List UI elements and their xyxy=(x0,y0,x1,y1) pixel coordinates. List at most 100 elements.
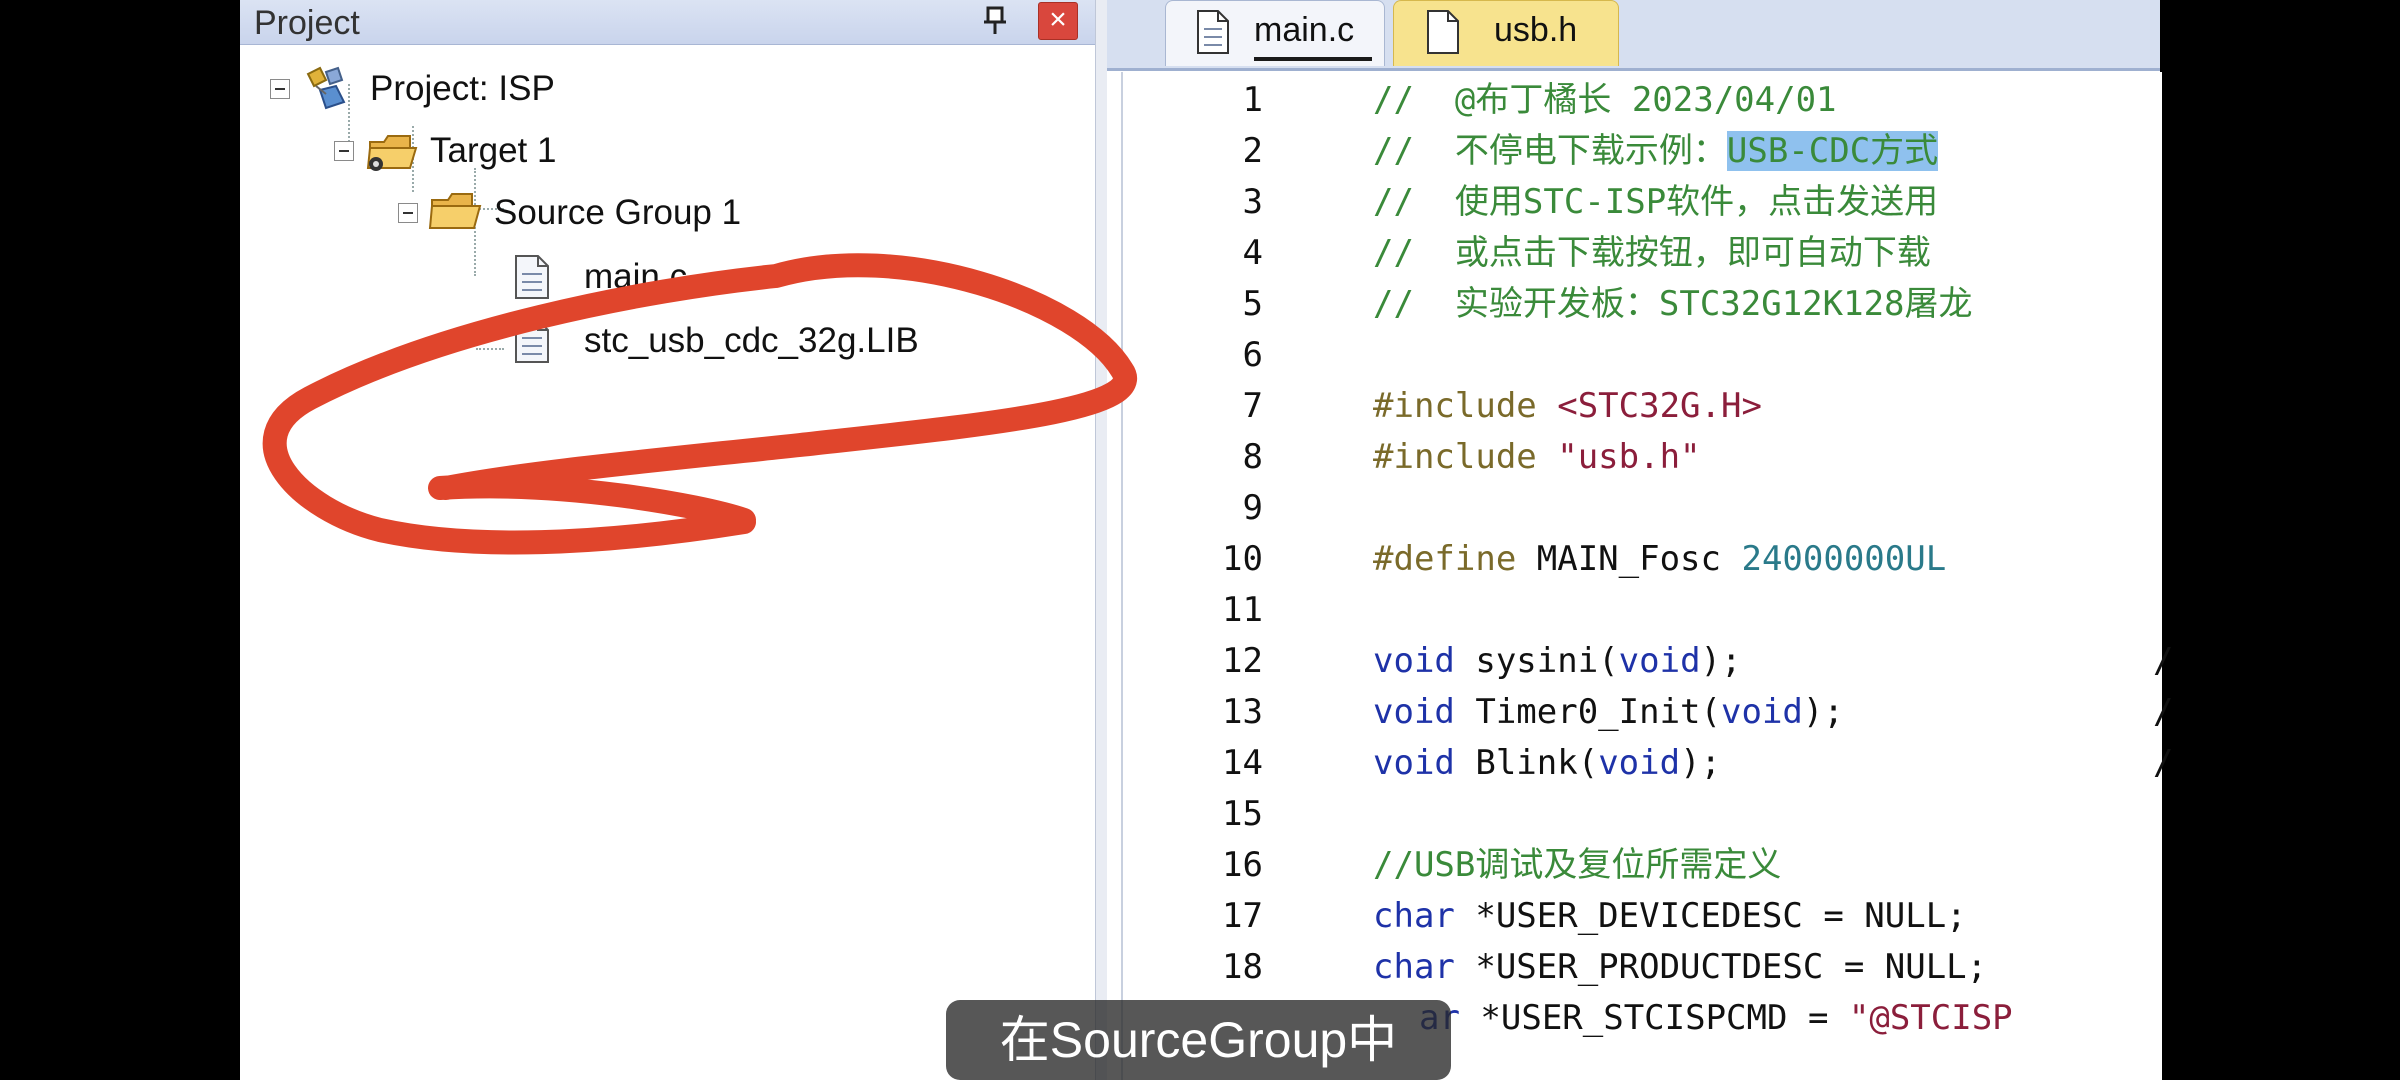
code-text-part: "usb.h" xyxy=(1557,437,1701,477)
line-number: 16 xyxy=(1222,845,1263,885)
code-text-part: ); xyxy=(1700,641,1742,681)
code-text-part: void xyxy=(1373,743,1455,783)
code-text: // 实验开发板：STC32G12K128屠龙 xyxy=(1373,284,1973,324)
tab-label: main.c xyxy=(1254,11,1355,49)
code-line: 7 #include <STC32G.H> xyxy=(1123,381,2162,432)
tree-item-file-main[interactable]: main.c xyxy=(510,252,687,302)
code-text: void Blink(void); xyxy=(1373,738,1721,789)
code-line: 2 // 不停电下载示例：USB-CDC方式 xyxy=(1123,126,2162,177)
code-text-part: <STC32G.H> xyxy=(1557,386,1762,426)
close-panel-button[interactable]: × xyxy=(1038,2,1078,40)
code-text-part: #include xyxy=(1373,386,1558,426)
code-text-part: *USER_DEVICEDESC = NULL; xyxy=(1454,896,1967,936)
code-line: 11 xyxy=(1123,585,2162,636)
active-tab-indicator xyxy=(1254,57,1372,61)
code-text: #define MAIN_Fosc 24000000UL xyxy=(1373,534,1946,585)
close-icon: × xyxy=(1049,3,1067,36)
collapse-toggle[interactable] xyxy=(398,203,418,223)
project-panel: Project × Project: ISP Target 1 Source G… xyxy=(240,0,1095,1080)
code-text-part: char xyxy=(1373,947,1455,987)
tree-item-label: Project: ISP xyxy=(370,69,555,108)
tab-usb-h[interactable]: usb.h xyxy=(1393,0,1619,66)
project-icon xyxy=(306,66,346,110)
code-line: 16 //USB调试及复位所需定义 xyxy=(1123,840,2162,891)
selected-text: USB-CDC方式 xyxy=(1726,131,1939,171)
tree-item-label: main.c xyxy=(584,257,688,296)
code-line: 5 // 实验开发板：STC32G12K128屠龙 xyxy=(1123,279,2162,330)
tree-item-label: Target 1 xyxy=(430,131,557,170)
code-line: 18 char *USER_PRODUCTDESC = NULL; xyxy=(1123,942,2162,993)
line-number: 2 xyxy=(1242,131,1263,171)
code-text: // @布丁橘长 2023/04/01 xyxy=(1373,80,1837,120)
code-text-part: MAIN_Fosc xyxy=(1536,539,1742,579)
line-number: 18 xyxy=(1222,947,1263,987)
line-number: 17 xyxy=(1222,896,1263,936)
code-text-part: void xyxy=(1598,743,1681,783)
code-text: / xyxy=(2153,641,2174,681)
code-line: 12 void sysini(void); / xyxy=(1123,636,2173,687)
line-number: 7 xyxy=(1242,386,1263,426)
tab-label: usb.h xyxy=(1494,11,1578,49)
editor-tab-strip: main.c usb.h xyxy=(1107,0,2160,71)
code-line: 15 xyxy=(1123,789,2162,840)
line-number: 10 xyxy=(1222,539,1263,579)
tree-item-source-group[interactable]: Source Group 1 xyxy=(398,188,741,238)
line-number: 5 xyxy=(1242,284,1263,324)
right-letterbox xyxy=(2160,0,2400,1080)
code-text: ar *USER_STCISPCMD = "@STCISP xyxy=(1419,993,2013,1044)
line-number: 12 xyxy=(1222,641,1263,681)
project-panel-title: Project xyxy=(254,4,360,42)
code-text: void Timer0_Init(void); xyxy=(1373,687,1844,738)
line-number: 4 xyxy=(1242,233,1263,273)
file-icon xyxy=(1197,10,1229,54)
code-line: 13 void Timer0_Init(void); / xyxy=(1123,687,2173,738)
file-icon xyxy=(1427,10,1459,54)
tree-connector xyxy=(476,348,504,350)
tab-main-c[interactable]: main.c xyxy=(1165,0,1385,66)
code-text: / xyxy=(2153,743,2174,783)
code-text-part: void xyxy=(1618,641,1701,681)
project-panel-header: Project × xyxy=(240,0,1095,45)
code-text-part: void xyxy=(1721,692,1803,732)
line-number: 11 xyxy=(1222,590,1263,630)
line-number: 13 xyxy=(1222,692,1263,732)
left-letterbox xyxy=(0,0,240,1080)
code-text: void sysini(void); xyxy=(1373,636,1742,687)
tree-item-file-lib[interactable]: stc_usb_cdc_32g.LIB xyxy=(510,316,919,366)
code-text-part: void xyxy=(1373,641,1455,681)
tree-item-project[interactable]: Project: ISP xyxy=(270,64,555,114)
line-number: 14 xyxy=(1222,743,1263,783)
code-line: 14 void Blink(void); / xyxy=(1123,738,2173,789)
code-text: char *USER_PRODUCTDESC = NULL; xyxy=(1373,942,1987,993)
code-text-part: Timer0_Init( xyxy=(1454,692,1721,732)
code-text: // 使用STC-ISP软件，点击发送用 xyxy=(1373,182,1939,222)
tree-item-label: stc_usb_cdc_32g.LIB xyxy=(584,321,919,360)
code-line: 9 xyxy=(1123,483,2162,534)
code-text-part: 24000000UL xyxy=(1741,539,1947,579)
code-line: 1 // @布丁橘长 2023/04/01 xyxy=(1123,75,2162,126)
collapse-toggle[interactable] xyxy=(270,79,290,99)
code-text: //USB调试及复位所需定义 xyxy=(1373,845,1782,885)
collapse-toggle[interactable] xyxy=(334,141,354,161)
code-text-part: *USER_STCISPCMD = xyxy=(1459,998,1849,1038)
code-area[interactable]: 1 // @布丁橘长 2023/04/01 2 // 不停电下载示例：USB-C… xyxy=(1121,72,2173,1080)
code-line: 6 xyxy=(1123,330,2162,381)
line-number: 15 xyxy=(1222,794,1263,834)
code-text: #include "usb.h" xyxy=(1373,432,1701,483)
code-text: / xyxy=(2153,692,2174,732)
code-line: 4 // 或点击下载按钮，即可自动下载 xyxy=(1123,228,2162,279)
pin-icon[interactable] xyxy=(982,6,1008,36)
code-text-part: void xyxy=(1373,692,1455,732)
code-editor: main.c usb.h 1 // @布丁橘长 2023/04/01 2 // … xyxy=(1107,0,2173,1080)
code-text-part: #define xyxy=(1373,539,1537,579)
video-subtitle: 在SourceGroup中 xyxy=(946,1000,1451,1080)
line-number: 8 xyxy=(1242,437,1263,477)
code-text: // 或点击下载按钮，即可自动下载 xyxy=(1373,233,1931,273)
code-text: // 不停电下载示例：USB-CDC方式 xyxy=(1373,126,1939,177)
code-text-part: Blink( xyxy=(1454,743,1599,783)
line-number: 1 xyxy=(1242,80,1263,120)
file-icon xyxy=(515,255,549,299)
tree-item-target[interactable]: Target 1 xyxy=(334,126,556,176)
target-folder-icon xyxy=(366,135,418,171)
code-text-part: #include xyxy=(1373,437,1558,477)
